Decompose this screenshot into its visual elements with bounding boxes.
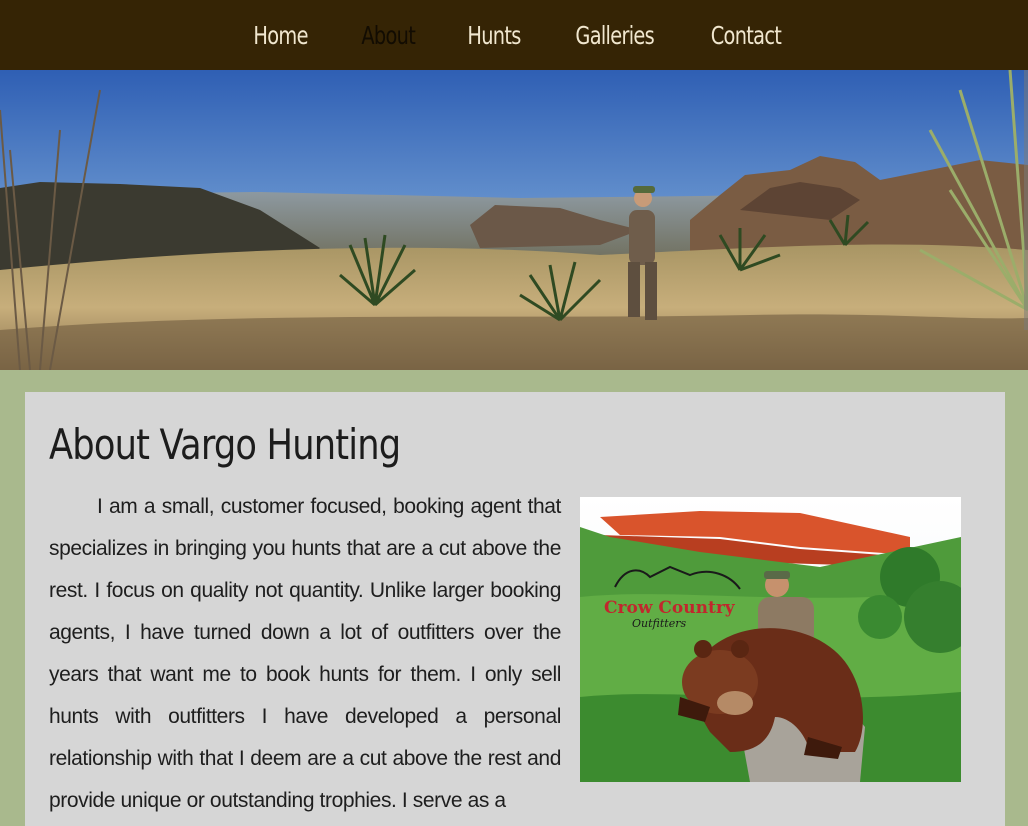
nav-about-link[interactable]: About [361, 21, 415, 50]
logo-text-line2: Outfitters [632, 617, 686, 630]
nav-list: Home About Hunts Galleries Contact [241, 21, 786, 50]
about-paragraph: I am a small, customer focused, booking … [49, 495, 561, 812]
main-nav: Home About Hunts Galleries Contact [0, 0, 1028, 70]
nav-galleries-link[interactable]: Galleries [576, 21, 655, 50]
about-card: About Vargo Hunting I am a small, custom… [25, 392, 1005, 826]
scrollbar[interactable] [1024, 70, 1028, 330]
nav-home-link[interactable]: Home [254, 21, 309, 50]
logo-text-line1: Crow Country [604, 598, 736, 618]
bear-trophy-photo: Crow Country Outfitters [580, 497, 961, 782]
nav-hunts-link[interactable]: Hunts [468, 21, 522, 50]
nav-contact-link[interactable]: Contact [710, 21, 781, 50]
page-title: About Vargo Hunting [49, 420, 401, 469]
hero-landscape-image [0, 70, 1028, 370]
